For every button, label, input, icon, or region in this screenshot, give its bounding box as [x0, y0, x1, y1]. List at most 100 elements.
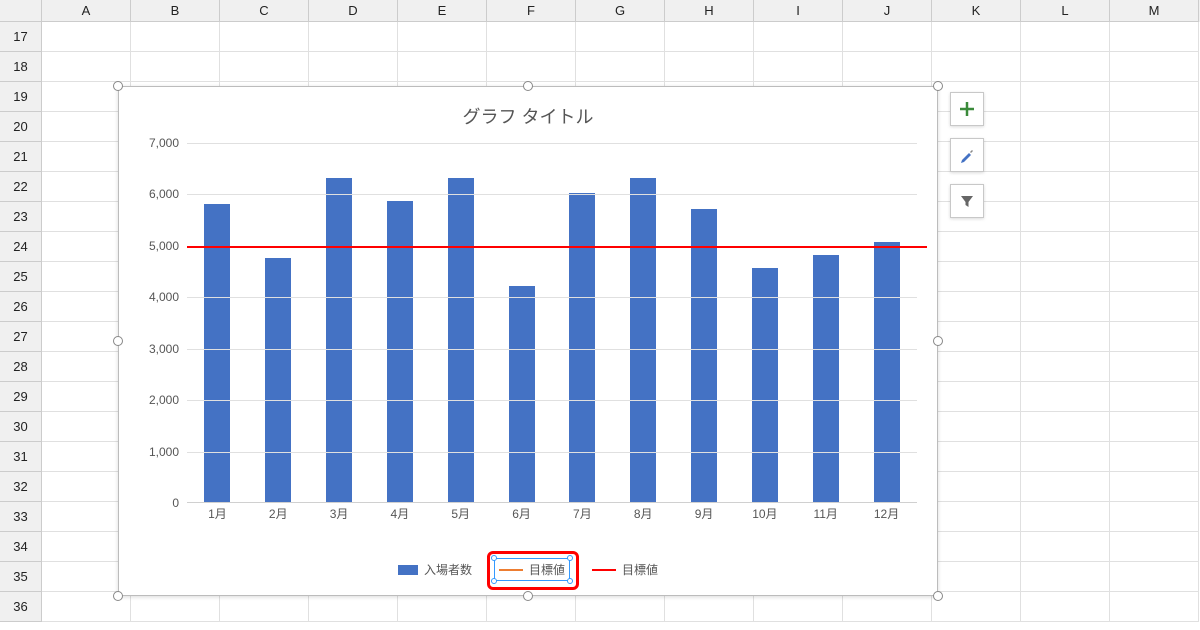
column-header[interactable]: M: [1110, 0, 1199, 22]
cell[interactable]: [1021, 112, 1110, 142]
cell[interactable]: [309, 592, 398, 622]
bar[interactable]: [326, 178, 352, 502]
bar[interactable]: [630, 178, 656, 502]
cell[interactable]: [131, 52, 220, 82]
cell[interactable]: [932, 22, 1021, 52]
resize-handle-tl[interactable]: [113, 81, 123, 91]
cell[interactable]: [1110, 502, 1199, 532]
cell[interactable]: [1021, 22, 1110, 52]
row-header[interactable]: 22: [0, 172, 42, 202]
cell[interactable]: [487, 52, 576, 82]
cell[interactable]: [1110, 382, 1199, 412]
chart-filters-button[interactable]: [950, 184, 984, 218]
column-header[interactable]: F: [487, 0, 576, 22]
cell[interactable]: [1110, 352, 1199, 382]
row-header[interactable]: 28: [0, 352, 42, 382]
cell[interactable]: [754, 52, 843, 82]
column-header[interactable]: A: [42, 0, 131, 22]
cell[interactable]: [932, 232, 1021, 262]
cell[interactable]: [1021, 142, 1110, 172]
cell[interactable]: [220, 592, 309, 622]
cell[interactable]: [932, 382, 1021, 412]
row-header[interactable]: 18: [0, 52, 42, 82]
cell[interactable]: [1021, 292, 1110, 322]
cell[interactable]: [1110, 22, 1199, 52]
cell[interactable]: [1110, 292, 1199, 322]
column-header[interactable]: E: [398, 0, 487, 22]
column-header[interactable]: C: [220, 0, 309, 22]
cell[interactable]: [843, 592, 932, 622]
cell[interactable]: [1110, 262, 1199, 292]
cell[interactable]: [1110, 592, 1199, 622]
row-header[interactable]: 20: [0, 112, 42, 142]
chart-legend[interactable]: 入場者数 目標値 目標値: [119, 558, 937, 581]
bar[interactable]: [691, 209, 717, 502]
cell[interactable]: [309, 52, 398, 82]
cell[interactable]: [1110, 322, 1199, 352]
cell[interactable]: [1110, 112, 1199, 142]
cell[interactable]: [1021, 502, 1110, 532]
cell[interactable]: [576, 52, 665, 82]
cell[interactable]: [1021, 592, 1110, 622]
cell[interactable]: [1110, 52, 1199, 82]
plot-area[interactable]: 7,0006,0005,0004,0003,0002,0001,0000 1月2…: [137, 143, 921, 523]
cell[interactable]: [932, 322, 1021, 352]
row-header[interactable]: 29: [0, 382, 42, 412]
column-header[interactable]: B: [131, 0, 220, 22]
cell[interactable]: [932, 502, 1021, 532]
row-header[interactable]: 31: [0, 442, 42, 472]
resize-handle-mr[interactable]: [933, 336, 943, 346]
target-line-red[interactable]: [187, 246, 927, 248]
column-header[interactable]: K: [932, 0, 1021, 22]
cell[interactable]: [843, 52, 932, 82]
bar[interactable]: [448, 178, 474, 502]
resize-handle-bm[interactable]: [523, 591, 533, 601]
chart-title[interactable]: グラフ タイトル: [119, 87, 937, 135]
cell[interactable]: [1021, 82, 1110, 112]
cell[interactable]: [1021, 442, 1110, 472]
cell[interactable]: [1021, 202, 1110, 232]
cell[interactable]: [398, 592, 487, 622]
cell[interactable]: [220, 52, 309, 82]
cell[interactable]: [1021, 172, 1110, 202]
column-header[interactable]: H: [665, 0, 754, 22]
cell[interactable]: [1110, 82, 1199, 112]
row-header[interactable]: 23: [0, 202, 42, 232]
column-header[interactable]: D: [309, 0, 398, 22]
cell[interactable]: [1021, 532, 1110, 562]
cell[interactable]: [932, 562, 1021, 592]
cell[interactable]: [131, 22, 220, 52]
cell[interactable]: [131, 592, 220, 622]
legend-item-target-red[interactable]: 目標値: [588, 559, 662, 580]
resize-handle-ml[interactable]: [113, 336, 123, 346]
cell[interactable]: [1021, 382, 1110, 412]
row-header[interactable]: 32: [0, 472, 42, 502]
cell[interactable]: [932, 592, 1021, 622]
column-header[interactable]: I: [754, 0, 843, 22]
bar[interactable]: [204, 204, 230, 502]
cell[interactable]: [1110, 562, 1199, 592]
row-header[interactable]: 27: [0, 322, 42, 352]
cell[interactable]: [1110, 442, 1199, 472]
cell[interactable]: [576, 22, 665, 52]
cell[interactable]: [42, 52, 131, 82]
cell[interactable]: [398, 22, 487, 52]
cell[interactable]: [665, 592, 754, 622]
cell[interactable]: [932, 52, 1021, 82]
row-header[interactable]: 21: [0, 142, 42, 172]
row-header[interactable]: 35: [0, 562, 42, 592]
cell[interactable]: [1021, 322, 1110, 352]
row-header[interactable]: 33: [0, 502, 42, 532]
cell[interactable]: [932, 532, 1021, 562]
cell[interactable]: [932, 292, 1021, 322]
row-header[interactable]: 30: [0, 412, 42, 442]
bar[interactable]: [752, 268, 778, 502]
cell[interactable]: [1021, 412, 1110, 442]
column-header[interactable]: G: [576, 0, 665, 22]
cell[interactable]: [1110, 472, 1199, 502]
cell[interactable]: [1110, 412, 1199, 442]
row-header[interactable]: 36: [0, 592, 42, 622]
cell[interactable]: [1021, 472, 1110, 502]
bar[interactable]: [265, 258, 291, 502]
cell[interactable]: [1021, 232, 1110, 262]
